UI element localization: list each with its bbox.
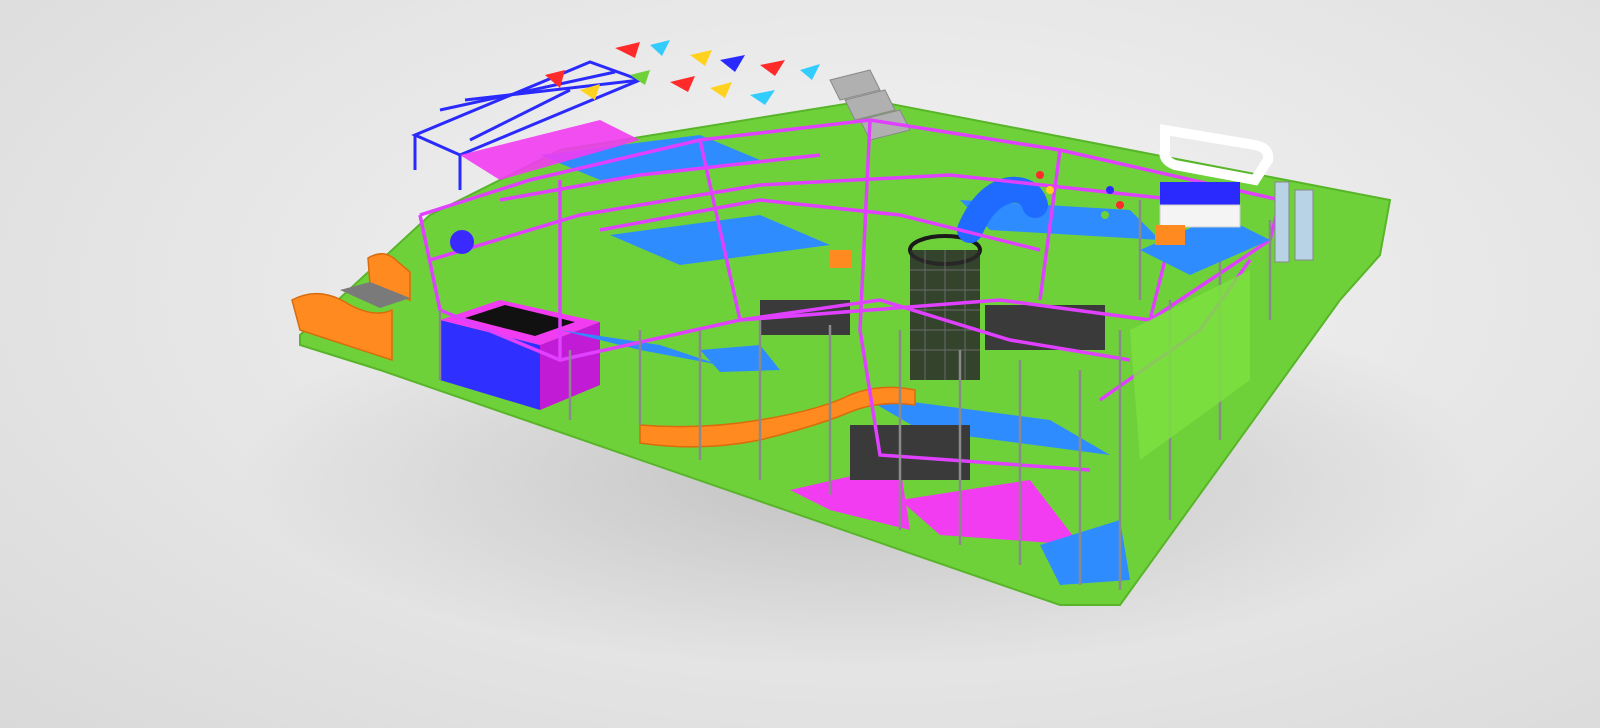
blue-ball <box>450 230 474 254</box>
white-counter-front <box>1159 204 1241 228</box>
orange-soft-block <box>830 250 852 268</box>
orange-soft-block-2 <box>1155 225 1185 245</box>
playground-scene <box>240 40 1480 670</box>
net-tower <box>908 234 982 380</box>
hanging-obstacles <box>545 40 820 105</box>
